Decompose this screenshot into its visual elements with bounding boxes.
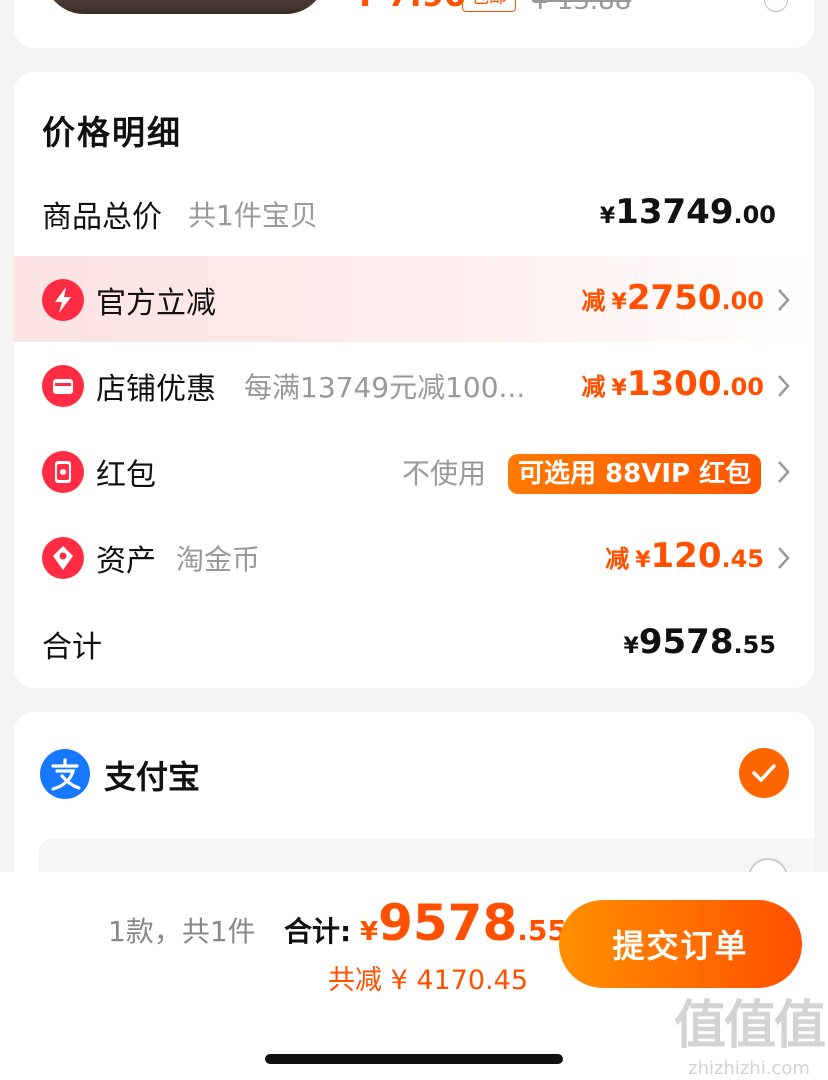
info-icon[interactable] <box>764 0 788 12</box>
shop-discount-label: 店铺优惠 <box>96 372 216 407</box>
home-indicator[interactable] <box>265 1054 563 1064</box>
goods-count: 共1件宝贝 <box>188 199 318 232</box>
shop-icon <box>42 365 84 407</box>
product-original-price: ¥ 13.88 <box>532 0 632 16</box>
alipay-icon <box>40 749 90 799</box>
red-packet-status: 不使用 <box>402 457 487 490</box>
red-packet-label: 红包 <box>96 458 156 493</box>
total-discount: 共减 ¥ 4170.45 <box>328 965 528 996</box>
product-thumbnail[interactable] <box>44 0 326 14</box>
chevron-right-icon <box>776 372 792 400</box>
goods-total-row: 商品总价 共1件宝贝 ¥13749.00 <box>14 170 814 256</box>
total-row: 合计 ¥9578.55 <box>14 600 814 686</box>
submit-order-button[interactable]: 提交订单 <box>559 900 802 988</box>
official-discount-row[interactable]: 官方立减 减 ¥2750.00 <box>14 256 814 342</box>
summary-total-amount: ¥9578.55 <box>360 894 567 952</box>
official-discount-amount: 减 ¥2750.00 <box>581 278 764 318</box>
assets-row[interactable]: 资产 淘金币 减 ¥120.45 <box>14 514 814 600</box>
total-label: 合计 <box>42 630 102 665</box>
payment-method-name: 支付宝 <box>104 758 201 796</box>
checkout-bar: 1款，共1件 合计: ¥9578.55 共减 ¥ 4170.45 提交订单 值值… <box>0 872 828 1080</box>
lightning-icon <box>42 279 84 321</box>
shop-discount-desc: 每满13749元减100... <box>244 371 526 404</box>
coin-tag-icon <box>42 537 84 579</box>
watermark-logo: 值值值 zhizhizhi.com <box>674 996 826 1079</box>
free-shipping-tag: 包邮 <box>462 0 516 12</box>
vip-red-packet-tag[interactable]: 可选用 88VIP 红包 <box>508 454 762 494</box>
assets-label: 资产 <box>96 544 156 579</box>
red-packet-icon <box>42 451 84 493</box>
product-card: ¥ 7.90 包邮 ¥ 13.88 <box>14 0 814 48</box>
total-amount: ¥9578.55 <box>623 622 776 662</box>
summary-total-label: 合计: <box>284 915 352 948</box>
item-count: 1款，共1件 <box>108 915 256 948</box>
goods-total-amount: ¥13749.00 <box>599 192 776 232</box>
assets-amount: 减 ¥120.45 <box>605 536 764 576</box>
assets-sub: 淘金币 <box>176 543 261 576</box>
product-price: ¥ 7.90 <box>354 0 466 14</box>
red-packet-row[interactable]: 红包 不使用 可选用 88VIP 红包 <box>14 428 814 514</box>
shop-discount-amount: 减 ¥1300.00 <box>581 364 764 404</box>
goods-total-label: 商品总价 <box>42 200 162 235</box>
chevron-right-icon <box>776 544 792 572</box>
checkmark-icon[interactable] <box>739 748 789 798</box>
chevron-right-icon <box>776 458 792 486</box>
price-detail-card: 价格明细 商品总价 共1件宝贝 ¥13749.00 官方立减 减 ¥2750.00… <box>14 72 814 688</box>
shop-discount-row[interactable]: 店铺优惠 每满13749元减100... 减 ¥1300.00 <box>14 342 814 428</box>
price-detail-title: 价格明细 <box>42 113 182 152</box>
official-discount-label: 官方立减 <box>96 286 216 321</box>
chevron-right-icon <box>776 286 792 314</box>
